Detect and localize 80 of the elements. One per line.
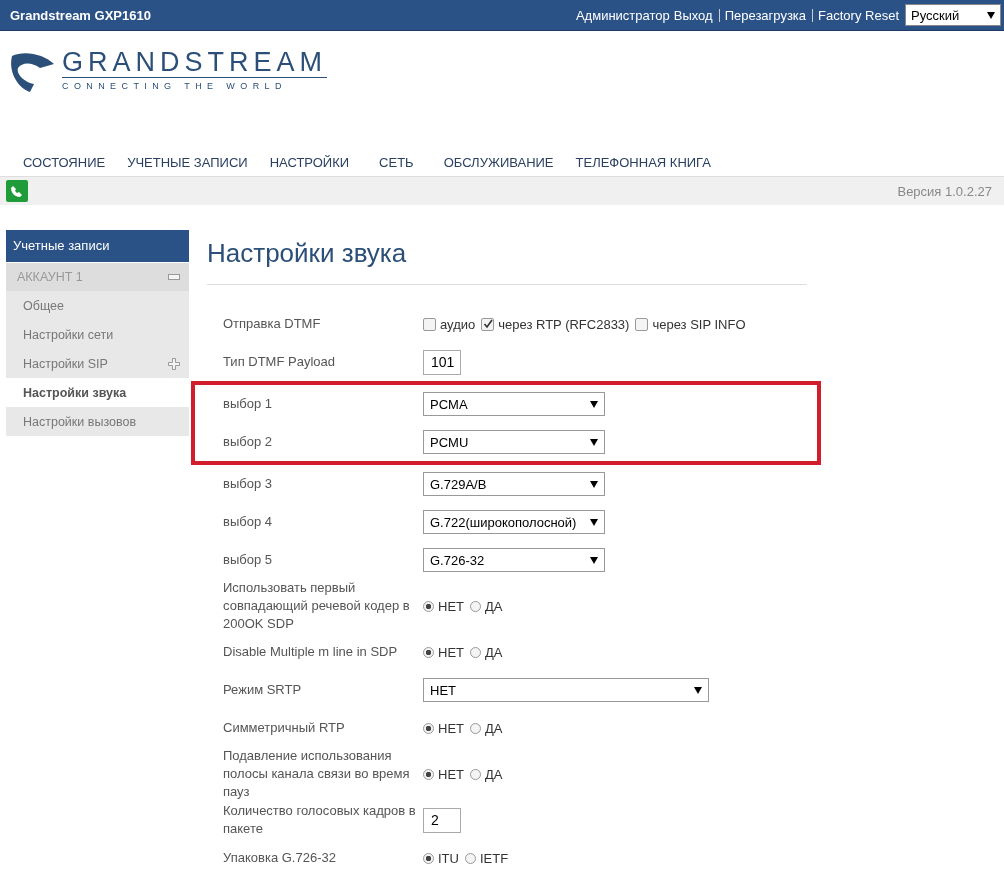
- option-label: через SIP INFO: [652, 316, 746, 332]
- caret-icon: [590, 400, 598, 408]
- option-label: аудио: [440, 316, 476, 332]
- caret-icon: [987, 11, 995, 19]
- option-label: ДА: [485, 720, 503, 736]
- page-title: Настройки звука: [207, 238, 408, 270]
- option-label: НЕТ: [438, 720, 464, 736]
- caret-icon: [590, 556, 598, 564]
- checkbox[interactable]: [481, 317, 495, 331]
- logo-wordmark: GRANDSTREAM: [62, 47, 327, 78]
- radio-button[interactable]: [470, 600, 481, 612]
- field-label: Disable Multiple m line in SDP: [223, 643, 399, 661]
- nav-tab[interactable]: ТЕЛЕФОННАЯ КНИГА: [564, 154, 722, 170]
- field-label: Симметричный RTP: [223, 719, 346, 737]
- top-link[interactable]: Выход: [673, 7, 713, 23]
- dropdown[interactable]: G.722(широкополосной): [423, 510, 605, 534]
- option-label: НЕТ: [438, 598, 464, 614]
- field-label: Режим SRTP: [223, 681, 303, 699]
- option-label: ДА: [485, 598, 503, 614]
- sidebar-item[interactable]: Общее: [6, 291, 189, 320]
- dropdown[interactable]: G.726-32: [423, 548, 605, 572]
- caret-icon: [590, 438, 598, 446]
- input-field[interactable]: 2: [423, 807, 461, 833]
- sidebar-item[interactable]: Настройки вызовов: [6, 407, 189, 436]
- field-label: Упаковка G.726-32: [223, 849, 337, 867]
- top-link[interactable]: Администратор: [575, 7, 670, 23]
- top-link[interactable]: Перезагрузка: [718, 8, 807, 22]
- field-label: выбор 2: [223, 433, 273, 451]
- phone-icon: [6, 180, 28, 202]
- field-label: выбор 5: [223, 551, 273, 569]
- option-label: НЕТ: [438, 644, 464, 660]
- radio-button[interactable]: [464, 852, 476, 864]
- logo-icon: [10, 50, 56, 94]
- nav-tab[interactable]: СЕТЬ: [360, 154, 433, 170]
- caret-icon: [590, 518, 598, 526]
- field-label: Использовать первый совпадающий речевой кодер в 200OK SDP: [223, 579, 411, 633]
- option-label: ДА: [485, 766, 503, 782]
- field-label: Количество голосовых кадров в пакете: [223, 802, 417, 838]
- option-label: ДА: [485, 644, 503, 660]
- nav-tab[interactable]: НАСТРОЙКИ: [258, 154, 361, 170]
- caret-icon: [694, 686, 702, 694]
- radio-button[interactable]: [423, 646, 434, 658]
- field-label: Отправка DTMF: [223, 315, 322, 333]
- sidebar-header: Учетные записи: [6, 230, 189, 262]
- dropdown[interactable]: G.729A/B: [423, 472, 605, 496]
- dropdown[interactable]: PCMU: [423, 430, 605, 454]
- field-label: Подавление использования полосы канала связи во время пауз: [223, 747, 411, 801]
- logo-tagline: CONNECTING THE WORLD: [62, 81, 288, 91]
- sidebar-item[interactable]: Настройки SIP: [6, 349, 189, 378]
- radio-button[interactable]: [470, 722, 481, 734]
- caret-icon: [590, 480, 598, 488]
- radio-button[interactable]: [423, 768, 434, 780]
- dropdown[interactable]: PCMA: [423, 392, 605, 416]
- field-label: выбор 1: [223, 395, 273, 413]
- nav-tab[interactable]: УЧЕТНЫЕ ЗАПИСИ: [116, 154, 259, 170]
- radio-button[interactable]: [470, 768, 481, 780]
- field-label: выбор 4: [223, 513, 273, 531]
- option-label: ITU: [438, 850, 459, 866]
- collapse-icon[interactable]: [168, 274, 180, 280]
- radio-button[interactable]: [470, 646, 481, 658]
- dropdown[interactable]: НЕТ: [423, 678, 709, 702]
- checkbox[interactable]: [635, 317, 649, 331]
- language-select[interactable]: Русский: [905, 4, 1001, 26]
- field-label: выбор 3: [223, 475, 273, 493]
- version-text: Версия 1.0.2.27: [897, 183, 992, 199]
- checkbox[interactable]: [423, 317, 436, 331]
- nav-tab[interactable]: СОСТОЯНИЕ: [12, 154, 117, 170]
- field-label: Тип DTMF Payload: [223, 353, 336, 371]
- option-label: НЕТ: [438, 766, 464, 782]
- radio-button[interactable]: [423, 852, 434, 864]
- expand-icon[interactable]: [168, 357, 180, 370]
- device-title: Grandstream GXP1610: [10, 7, 151, 23]
- option-label: IETF: [479, 850, 509, 866]
- input-field[interactable]: 101: [423, 349, 461, 375]
- sidebar-item[interactable]: Настройки сети: [6, 320, 189, 349]
- nav-tab[interactable]: ОБСЛУЖИВАНИЕ: [432, 154, 565, 170]
- radio-button[interactable]: [423, 600, 434, 612]
- radio-button[interactable]: [423, 722, 434, 734]
- option-label: через RTP (RFC2833): [498, 316, 630, 332]
- top-link[interactable]: Factory Reset: [812, 8, 899, 22]
